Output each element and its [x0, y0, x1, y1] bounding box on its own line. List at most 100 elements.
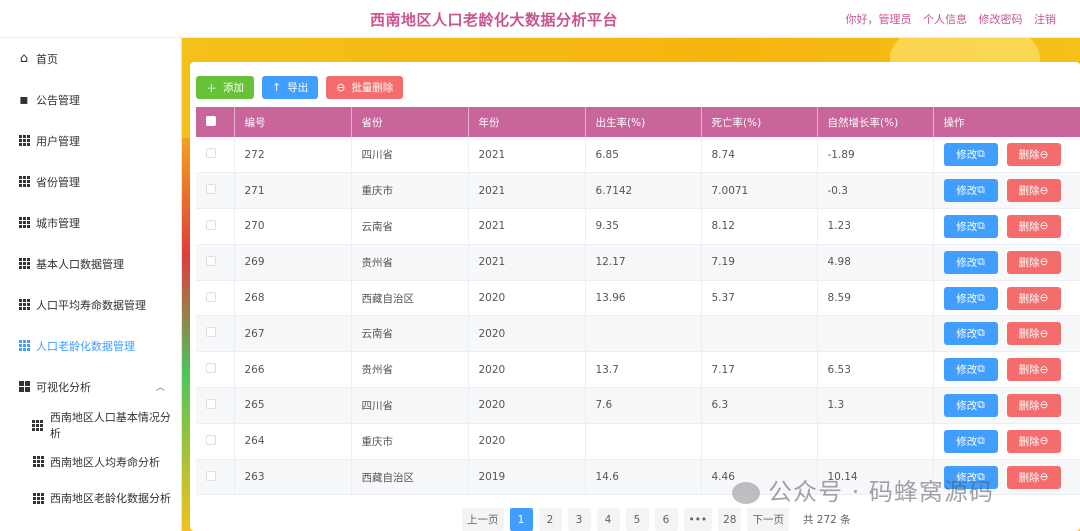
edit-button[interactable]: 修改 ⧉ — [943, 393, 998, 417]
row-checkbox[interactable] — [206, 434, 216, 445]
add-button[interactable]: ＋ 添加 — [196, 76, 254, 99]
page-number-6[interactable]: 6 — [654, 508, 678, 531]
sidebar-item-6[interactable]: 人口平均寿命数据管理 — [0, 284, 181, 325]
sidebar-item-1[interactable]: ▪ 公告管理 — [0, 79, 181, 120]
sidebar-item-5[interactable]: 基本人口数据管理 — [0, 243, 181, 284]
sidebar-item-label: 城市管理 — [36, 216, 80, 230]
table-cell: 13.96 — [585, 280, 702, 317]
sidebar-item-8[interactable]: 可视化分析 ︿ — [0, 366, 181, 407]
sidebar-item-label: 基本人口数据管理 — [36, 257, 124, 271]
batch-delete-button[interactable]: ⊖ 批量删除 — [326, 76, 404, 99]
minus-circle-icon: ⊖ — [1039, 184, 1049, 197]
table-cell: 268 — [234, 280, 352, 317]
edit-button[interactable]: 修改 ⧉ — [943, 429, 998, 453]
table-cell: 7.0071 — [701, 172, 818, 210]
edit-icon: ⧉ — [977, 184, 985, 197]
column-header: 省份 — [351, 107, 469, 137]
edit-button-label: 修改 — [956, 292, 978, 305]
edit-button[interactable]: 修改 ⧉ — [943, 179, 998, 203]
delete-button[interactable]: 删除 ⊖ — [1006, 250, 1061, 274]
delete-button[interactable]: 删除 ⊖ — [1006, 322, 1061, 346]
delete-button[interactable]: 删除 ⊖ — [1006, 465, 1061, 489]
row-checkbox[interactable] — [206, 363, 216, 374]
edit-button-label: 修改 — [956, 364, 978, 377]
actions-cell: 修改 ⧉ 删除 ⊖ — [933, 351, 1080, 389]
edit-button-label: 修改 — [956, 220, 978, 233]
row-select-cell — [196, 280, 235, 317]
delete-button[interactable]: 删除 ⊖ — [1006, 429, 1061, 453]
row-checkbox[interactable] — [206, 148, 216, 159]
table-cell: 4.98 — [817, 244, 934, 281]
table-cell: 6.85 — [585, 137, 702, 174]
table-cell: 6.7142 — [585, 172, 702, 210]
table-cell: 265 — [234, 387, 352, 424]
row-actions: 修改 ⧉ 删除 ⊖ — [943, 322, 1080, 346]
edit-button[interactable]: 修改 ⧉ — [943, 358, 998, 382]
row-select-cell — [196, 208, 235, 245]
page-number-2[interactable]: 2 — [538, 508, 562, 531]
table-cell — [817, 315, 934, 353]
greeting-text: 你好，管理员 — [845, 13, 912, 26]
row-checkbox[interactable] — [206, 255, 216, 266]
sidebar-item-10[interactable]: 西南地区人均寿命分析 — [0, 444, 181, 481]
sidebar-item-3[interactable]: 省份管理 — [0, 161, 181, 202]
grid-icon — [18, 176, 30, 188]
edit-button-label: 修改 — [956, 435, 978, 448]
edit-button[interactable]: 修改 ⧉ — [943, 214, 998, 238]
select-all-checkbox[interactable] — [206, 115, 216, 126]
delete-button[interactable]: 删除 ⊖ — [1006, 393, 1061, 417]
delete-button[interactable]: 删除 ⊖ — [1006, 214, 1061, 238]
page-number-•••[interactable]: ••• — [683, 508, 713, 531]
profile-link[interactable]: 个人信息 — [923, 13, 967, 26]
page-number-28[interactable]: 28 — [718, 508, 742, 531]
sidebar-item-2[interactable]: 用户管理 — [0, 120, 181, 161]
row-checkbox[interactable] — [206, 470, 216, 481]
sidebar-item-7[interactable]: 人口老龄化数据管理 — [0, 325, 181, 366]
page-number-1[interactable]: 1 — [509, 508, 533, 531]
row-checkbox[interactable] — [206, 327, 216, 338]
delete-button[interactable]: 删除 ⊖ — [1006, 143, 1061, 167]
table-cell: 2020 — [468, 315, 586, 353]
edit-button[interactable]: 修改 ⧉ — [943, 322, 998, 346]
delete-button[interactable]: 删除 ⊖ — [1006, 358, 1061, 382]
prev-page-button[interactable]: 上一页 — [462, 508, 504, 531]
next-page-button[interactable]: 下一页 — [747, 508, 789, 531]
sidebar-item-11[interactable]: 西南地区老龄化数据分析 — [0, 480, 181, 517]
table-row: 270 云南省 2021 9.35 8.12 1.23 修改 ⧉ 删除 ⊖ — [196, 208, 1080, 245]
table-cell: 贵州省 — [351, 244, 469, 281]
table-cell: 2021 — [468, 137, 586, 174]
table-row: 265 四川省 2020 7.6 6.3 1.3 修改 ⧉ 删除 ⊖ — [196, 387, 1080, 424]
page-number-5[interactable]: 5 — [625, 508, 649, 531]
table-cell: 云南省 — [351, 208, 469, 245]
change-password-link[interactable]: 修改密码 — [979, 13, 1023, 26]
export-button[interactable]: ↑ 导出 — [262, 76, 319, 99]
table-cell: 8.74 — [701, 137, 818, 174]
sidebar-item-9[interactable]: 西南地区人口基本情况分析 — [0, 407, 181, 444]
edit-icon: ⧉ — [977, 291, 985, 304]
row-checkbox[interactable] — [206, 219, 216, 230]
delete-button-label: 删除 — [1018, 220, 1040, 233]
row-checkbox[interactable] — [206, 398, 216, 409]
table-cell: 2020 — [468, 351, 586, 389]
row-actions: 修改 ⧉ 删除 ⊖ — [943, 143, 1080, 167]
page-number-4[interactable]: 4 — [596, 508, 620, 531]
row-actions: 修改 ⧉ 删除 ⊖ — [943, 214, 1080, 238]
table-cell: 2020 — [468, 423, 586, 460]
row-checkbox[interactable] — [206, 184, 216, 195]
edit-button[interactable]: 修改 ⧉ — [943, 143, 998, 167]
delete-button[interactable]: 删除 ⊖ — [1006, 179, 1061, 203]
column-header: 操作 — [933, 107, 1080, 137]
edit-button[interactable]: 修改 ⧉ — [943, 250, 998, 274]
row-checkbox[interactable] — [206, 291, 216, 302]
row-actions: 修改 ⧉ 删除 ⊖ — [943, 358, 1080, 382]
edit-button[interactable]: 修改 ⧉ — [943, 286, 998, 310]
sidebar-item-4[interactable]: 城市管理 — [0, 202, 181, 243]
logout-link[interactable]: 注销 — [1034, 13, 1056, 26]
delete-button[interactable]: 删除 ⊖ — [1006, 286, 1061, 310]
page-number-3[interactable]: 3 — [567, 508, 591, 531]
table-cell: 2020 — [468, 280, 586, 317]
table-header-row: 编号 省份 年份 出生率(%) 死亡率(%) 自然增长率(%) 操作 — [196, 107, 1080, 137]
sidebar-item-label: 公告管理 — [36, 93, 80, 107]
delete-button-label: 删除 — [1018, 399, 1040, 412]
sidebar-item-0[interactable]: ⌂ 首页 — [0, 38, 181, 79]
